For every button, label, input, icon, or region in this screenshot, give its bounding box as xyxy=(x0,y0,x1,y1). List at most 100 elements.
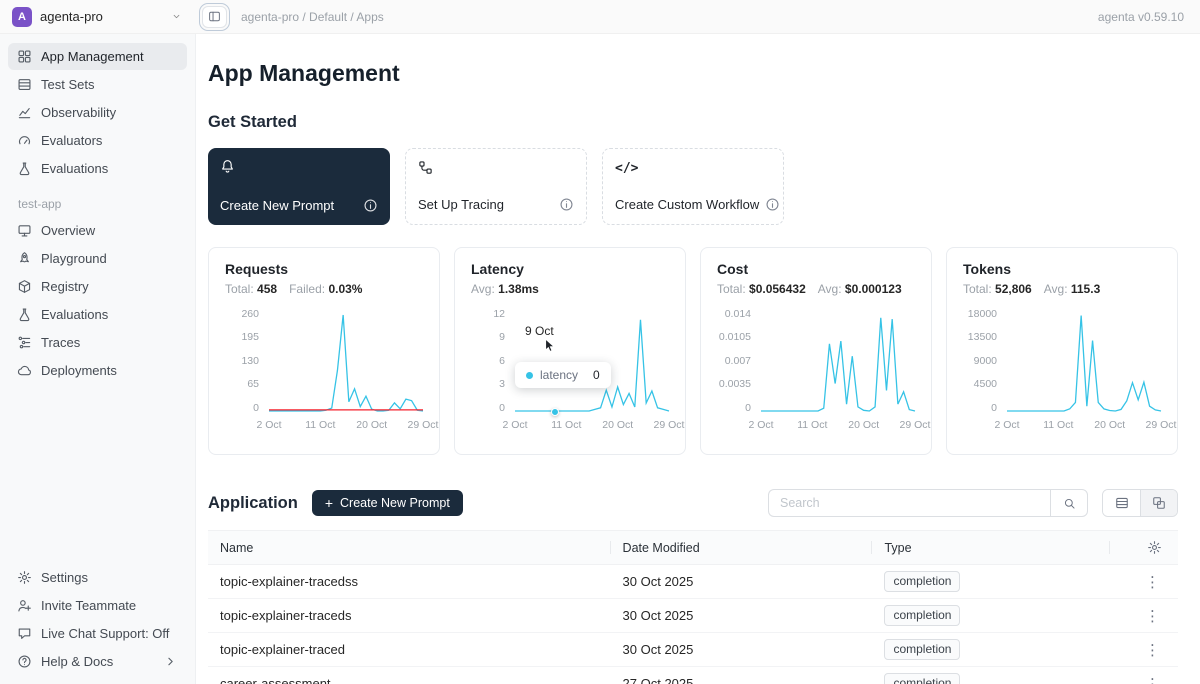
get-started-label: Set Up Tracing xyxy=(418,197,504,212)
sidebar-item-observability[interactable]: Observability xyxy=(8,99,187,126)
chart-stat: Total: 458 xyxy=(225,282,277,296)
sidebar-item-settings[interactable]: Settings xyxy=(8,564,187,591)
sidebar-item-invite-teammate[interactable]: Invite Teammate xyxy=(8,592,187,619)
chart-stats: Avg: 1.38ms xyxy=(471,282,669,296)
chart-tooltip: latency0 xyxy=(515,362,611,388)
sidebar-item-label: Test Sets xyxy=(41,77,94,92)
y-tick: 130 xyxy=(241,356,259,367)
sidebar: App ManagementTest SetsObservabilityEval… xyxy=(0,34,196,684)
sidebar-item-label: Evaluations xyxy=(41,307,108,322)
grid-icon xyxy=(17,49,32,64)
y-tick: 0 xyxy=(253,403,259,414)
chart-plot-latency[interactable]: 9 Oct latency0 xyxy=(515,309,669,413)
y-tick: 0 xyxy=(991,403,997,414)
get-started-create-new-prompt[interactable]: Create New Prompt xyxy=(208,148,390,225)
y-tick: 0 xyxy=(499,403,505,414)
get-started-cards: Create New Prompt Set Up Tracing </>Create… xyxy=(208,148,1178,225)
create-new-prompt-button[interactable]: + Create New Prompt xyxy=(312,490,463,516)
chart-plot-cost[interactable] xyxy=(761,309,915,413)
cell-name: career-assessment xyxy=(208,676,611,684)
sidebar-item-label: Evaluations xyxy=(41,161,108,176)
table-row[interactable]: topic-explainer-tracedss30 Oct 2025compl… xyxy=(208,565,1178,599)
search-icon xyxy=(1063,497,1076,510)
table-row[interactable]: topic-explainer-traced30 Oct 2025complet… xyxy=(208,633,1178,667)
sidebar-item-live-chat-support-off[interactable]: Live Chat Support: Off xyxy=(8,620,187,647)
chart-stat: Total: 52,806 xyxy=(963,282,1032,296)
sidebar-toggle-button[interactable] xyxy=(202,6,227,28)
x-tick: 2 Oct xyxy=(748,419,773,431)
cell-name: topic-explainer-tracedss xyxy=(208,574,611,589)
card-view-icon xyxy=(1152,496,1166,510)
help-icon xyxy=(17,654,32,669)
col-header-type[interactable]: Type xyxy=(872,531,1110,564)
sidebar-item-evaluations[interactable]: Evaluations xyxy=(8,301,187,328)
row-menu-button[interactable]: ⋮ xyxy=(1137,571,1168,593)
table-row[interactable]: topic-explainer-traceds30 Oct 2025comple… xyxy=(208,599,1178,633)
y-tick: 3 xyxy=(499,379,505,390)
tooltip-date: 9 Oct xyxy=(525,324,554,338)
sidebar-item-registry[interactable]: Registry xyxy=(8,273,187,300)
sidebar-item-test-sets[interactable]: Test Sets xyxy=(8,71,187,98)
get-started-create-custom-workflow[interactable]: </>Create Custom Workflow xyxy=(602,148,784,225)
chart-card-requests: RequestsTotal: 458Failed: 0.03%260195130… xyxy=(208,247,440,455)
metrics-cards: RequestsTotal: 458Failed: 0.03%260195130… xyxy=(208,247,1178,455)
y-tick: 9 xyxy=(499,332,505,343)
get-started-set-up-tracing[interactable]: Set Up Tracing xyxy=(405,148,587,225)
sidebar-nav-top: App ManagementTest SetsObservabilityEval… xyxy=(0,42,195,183)
card-view-button[interactable] xyxy=(1140,490,1177,516)
x-tick: 20 Oct xyxy=(602,419,633,431)
x-axis: 2 Oct11 Oct20 Oct29 Oct xyxy=(515,419,669,433)
y-axis: 260195130650 xyxy=(225,309,269,413)
search-button[interactable] xyxy=(1050,489,1088,517)
row-menu-button[interactable]: ⋮ xyxy=(1137,673,1168,684)
version-label: agenta v0.59.10 xyxy=(1098,10,1184,24)
workspace-chevron xyxy=(171,11,182,22)
chart-plot-requests[interactable] xyxy=(269,309,423,413)
sidebar-item-traces[interactable]: Traces xyxy=(8,329,187,356)
sidebar-item-label: Settings xyxy=(41,570,88,585)
breadcrumb[interactable]: agenta-pro / Default / Apps xyxy=(241,10,384,24)
timeline-icon xyxy=(17,335,32,350)
chart-title: Cost xyxy=(717,261,915,277)
chart-plot-tokens[interactable] xyxy=(1007,309,1161,413)
sidebar-item-playground[interactable]: Playground xyxy=(8,245,187,272)
row-menu-button[interactable]: ⋮ xyxy=(1137,639,1168,661)
tracing-icon xyxy=(418,160,433,175)
sidebar-item-evaluators[interactable]: Evaluators xyxy=(8,127,187,154)
gauge-icon xyxy=(17,133,32,148)
cell-date-modified: 27 Oct 2025 xyxy=(611,676,873,684)
col-header-name[interactable]: Name xyxy=(208,531,611,564)
sidebar-item-app-management[interactable]: App Management xyxy=(8,43,187,70)
x-tick: 29 Oct xyxy=(1146,419,1177,431)
x-tick: 11 Oct xyxy=(305,419,335,431)
get-started-section: Get Started Create New PromptSet Up Trac… xyxy=(208,113,1178,225)
cloud-icon xyxy=(17,363,32,378)
chart-card-tokens: TokensTotal: 52,806Avg: 115.318000135009… xyxy=(946,247,1178,455)
table-row[interactable]: career-assessment27 Oct 2025completion⋮ xyxy=(208,667,1178,684)
sidebar-item-deployments[interactable]: Deployments xyxy=(8,357,187,384)
sidebar-item-overview[interactable]: Overview xyxy=(8,217,187,244)
y-tick: 0.0035 xyxy=(719,379,751,390)
chevron-right-icon xyxy=(163,654,178,669)
x-tick: 2 Oct xyxy=(502,419,527,431)
top-bar: A agenta-pro agenta-pro / Default / Apps… xyxy=(0,0,1200,34)
workspace-selector[interactable]: A agenta-pro xyxy=(0,0,196,33)
col-header-date-modified[interactable]: Date Modified xyxy=(611,531,873,564)
row-menu-button[interactable]: ⋮ xyxy=(1137,605,1168,627)
x-tick: 29 Oct xyxy=(900,419,931,431)
chart-icon xyxy=(17,105,32,120)
chart-card-latency: LatencyAvg: 1.38ms1296309 Octlatency02 O… xyxy=(454,247,686,455)
column-settings-button[interactable] xyxy=(1110,531,1178,564)
y-tick: 65 xyxy=(247,379,259,390)
y-axis: 1800013500900045000 xyxy=(963,309,1007,413)
chart-stats: Total: 52,806Avg: 115.3 xyxy=(963,282,1161,296)
sidebar-item-label: Invite Teammate xyxy=(41,598,136,613)
search-input[interactable] xyxy=(768,489,1050,517)
series-requests xyxy=(269,315,423,411)
y-tick: 0.014 xyxy=(725,309,751,320)
sidebar-nav-bottom: Settings Invite Teammate Live Chat Support… xyxy=(0,563,195,676)
sidebar-item-help-docs[interactable]: Help & Docs xyxy=(8,648,187,675)
get-started-label: Create Custom Workflow xyxy=(615,197,759,212)
table-view-button[interactable] xyxy=(1103,490,1140,516)
sidebar-item-evaluations[interactable]: Evaluations xyxy=(8,155,187,182)
